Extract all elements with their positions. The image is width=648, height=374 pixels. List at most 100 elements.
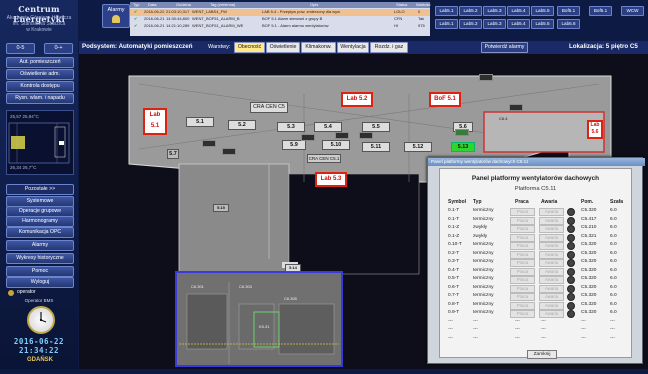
dialog-titlebar[interactable]: Panel platformy wentylatorów dachowych C… (428, 158, 645, 166)
fan-row[interactable]: --- --- --- --- --- --- (448, 336, 628, 343)
nav-button-access-control[interactable]: Kontrola dostępu (6, 81, 74, 92)
view-button[interactable]: Lab5.4 (507, 6, 530, 16)
alarm-row[interactable]: ✔ 2016-06-22 21:03:10,317 WENT_LABS4_FW … (130, 9, 430, 16)
fan-symbol: --- (448, 335, 453, 341)
nav-button-schedules[interactable]: Harmonogramy (6, 216, 74, 227)
fan-icon[interactable] (509, 104, 523, 111)
nav-button-history-charts[interactable]: Wykresy historyczne (6, 253, 74, 264)
area-label[interactable]: CRA CEN C5.1 (307, 154, 341, 163)
fan-symbol: 0.1-Z (448, 225, 460, 230)
vent-unit[interactable]: 5.4 (314, 122, 342, 132)
fan-panel-dialog[interactable]: Panel platformy wentylatorów dachowych C… (427, 157, 645, 364)
fan-icon[interactable] (222, 148, 236, 155)
vent-unit[interactable]: 5.10 (322, 140, 350, 150)
room-label[interactable]: Lab 5.6 (587, 120, 603, 139)
tab-presence[interactable]: Obecność (234, 42, 265, 53)
fan-row[interactable]: 0.2-T termiczny Praca Awaria C5.320 6.0 (448, 250, 628, 259)
area-label[interactable]: CRA CEN C5 (250, 102, 288, 113)
vent-unit[interactable]: 5.15 (213, 204, 229, 212)
fan-symbol: 0.1-T (448, 216, 460, 222)
nav-button-opc[interactable]: Komunikacja OPC (6, 227, 74, 238)
view-button[interactable]: Lab5.5 (531, 6, 554, 16)
view-button[interactable]: Lab5.3 (483, 19, 506, 29)
tab-ventilation[interactable]: Wentylacja (337, 42, 369, 53)
vent-unit[interactable]: 5.11 (362, 142, 390, 152)
vent-unit[interactable]: 5.12 (404, 142, 432, 152)
view-button[interactable]: Bof5.1 (589, 6, 612, 16)
fan-cabinet: 6.0 (610, 250, 617, 256)
level-up-button[interactable]: 0-+ (44, 43, 73, 54)
view-button[interactable]: Lab5.2 (459, 6, 482, 16)
room-label[interactable]: Lab 5.1 (143, 108, 167, 135)
nav-button-intrusion[interactable]: Rysn. wlam. i napadu (6, 93, 74, 104)
col-tag: Tag (zmienna) (210, 2, 236, 7)
view-button[interactable]: WCW (621, 6, 644, 16)
nav-button-lighting[interactable]: Oświetlenie adm. (6, 69, 74, 80)
fan-row[interactable]: 0.4-T termiczny Praca Awaria C5.320 6.0 (448, 267, 628, 276)
vent-unit[interactable]: 5.2 (228, 120, 256, 130)
fan-type: --- (473, 318, 478, 324)
alarm-row[interactable]: ✔ 2016-06-21 14:21:10,289 WENT_BOF51_ALA… (130, 23, 430, 30)
close-button[interactable]: Zamknij (527, 350, 557, 359)
dialog-title: Panel platformy wentylatorów dachowych (471, 175, 600, 182)
vent-unit[interactable]: 5.1 (186, 117, 214, 127)
fan-row[interactable]: 0.8-T termiczny Praca Awaria C5.320 6.0 (448, 301, 628, 310)
fan-row[interactable]: 0.6-T termiczny Praca Awaria C5.320 6.0 (448, 284, 628, 293)
view-button[interactable]: Lab5.1 (435, 6, 458, 16)
alarms-button[interactable]: Alarmy (102, 4, 130, 28)
fan-icon[interactable] (301, 134, 315, 141)
vent-unit[interactable]: 5.3 (277, 122, 305, 132)
fan-icon[interactable] (359, 132, 373, 139)
fan-row[interactable]: 0.9-T termiczny Praca Awaria C5.320 6.0 (448, 310, 628, 318)
nav-button-help[interactable]: Pomoc (6, 266, 74, 277)
floor-minimap[interactable]: 25,57 25,94°C 26,34 26,7°C (6, 110, 74, 175)
tab-lighting[interactable]: Oświetlenie (266, 42, 300, 53)
vent-unit[interactable]: 5.5 (362, 122, 390, 132)
fan-row[interactable]: 0.5-T termiczny Praca Awaria C5.320 6.0 (448, 276, 628, 284)
vent-unit-active[interactable]: 5.13 (451, 142, 475, 152)
room-label[interactable]: BoF 5.1 (429, 92, 461, 107)
others-button[interactable]: Pozostałe >> (6, 184, 74, 195)
alarm-tag: WENT_LABS4_FW (192, 9, 227, 14)
fan-row[interactable]: 0.3-T termiczny Praca Awaria C5.320 6.0 (448, 259, 628, 267)
fault-indicator: Awaria (539, 310, 564, 318)
fan-row[interactable]: 0.1-T termiczny Praca Awaria C5.320 6.0 (448, 208, 628, 216)
view-button[interactable]: Lab5.3 (483, 6, 506, 16)
view-button[interactable]: Lab5.1 (435, 19, 458, 29)
fan-row[interactable]: --- --- --- --- --- --- (448, 319, 628, 326)
confirm-alarms-button[interactable]: Potwierdź alarmy (481, 42, 528, 53)
view-button[interactable]: Lab5.2 (459, 19, 482, 29)
alarm-table[interactable]: Typ Data Godzina Tag (zmienna) Opis Stat… (130, 2, 431, 36)
view-button[interactable]: Bof5.1 (557, 6, 580, 16)
fan-row[interactable]: --- --- --- --- --- --- (448, 327, 628, 334)
fan-icon[interactable] (455, 129, 469, 136)
nav-button-alarms[interactable]: Alarmy (6, 240, 74, 251)
fan-room: C5.417 (581, 216, 597, 222)
layers-label: Warstwy: (208, 44, 231, 50)
col-value: Wartość (416, 2, 431, 7)
level-down-button[interactable]: 0-5 (6, 43, 35, 54)
view-button[interactable]: Lab5.5 (531, 19, 554, 29)
fan-row[interactable]: 0.1-Z zwykły Praca Awaria C5.321 6.0 (448, 233, 628, 242)
alarm-row[interactable]: ✔ 2016-06-21 14:30:44,800 WENT_BOF51_ALA… (130, 16, 430, 23)
fan-row[interactable]: 0.10-T termiczny Praca Awaria C5.320 6.0 (448, 242, 628, 250)
nav-button-room-automation[interactable]: Aut. pomieszczeń (6, 57, 74, 68)
view-button[interactable]: Lab5.6 (557, 19, 580, 29)
room-label[interactable]: Lab 5.3 (315, 172, 347, 187)
fan-icon[interactable] (479, 74, 493, 81)
fan-row[interactable]: 0.7-T termiczny Praca Awaria C5.320 6.0 (448, 293, 628, 301)
fan-type: zwykły (473, 233, 488, 239)
fan-row[interactable]: 0.1-T termiczny Praca Awaria C5.417 6.0 (448, 216, 628, 225)
vent-unit[interactable]: 5.9 (282, 140, 306, 150)
fan-type: zwykły (473, 225, 488, 230)
view-button[interactable]: Lab5.4 (507, 19, 530, 29)
fan-icon[interactable] (335, 132, 349, 139)
fan-row[interactable]: 0.1-Z zwykły Praca Awaria C5.210 6.0 (448, 225, 628, 233)
logout-button[interactable]: Wyloguj (6, 277, 74, 288)
vent-unit[interactable]: 5.14 (285, 264, 301, 272)
tab-distribution[interactable]: Rozdz. i gaz (370, 42, 408, 53)
fan-icon[interactable] (202, 140, 216, 147)
vent-unit[interactable]: 5.7 (167, 149, 179, 159)
room-label[interactable]: Lab 5.2 (341, 92, 373, 107)
tab-climate[interactable]: Klimakonw. (301, 42, 336, 53)
